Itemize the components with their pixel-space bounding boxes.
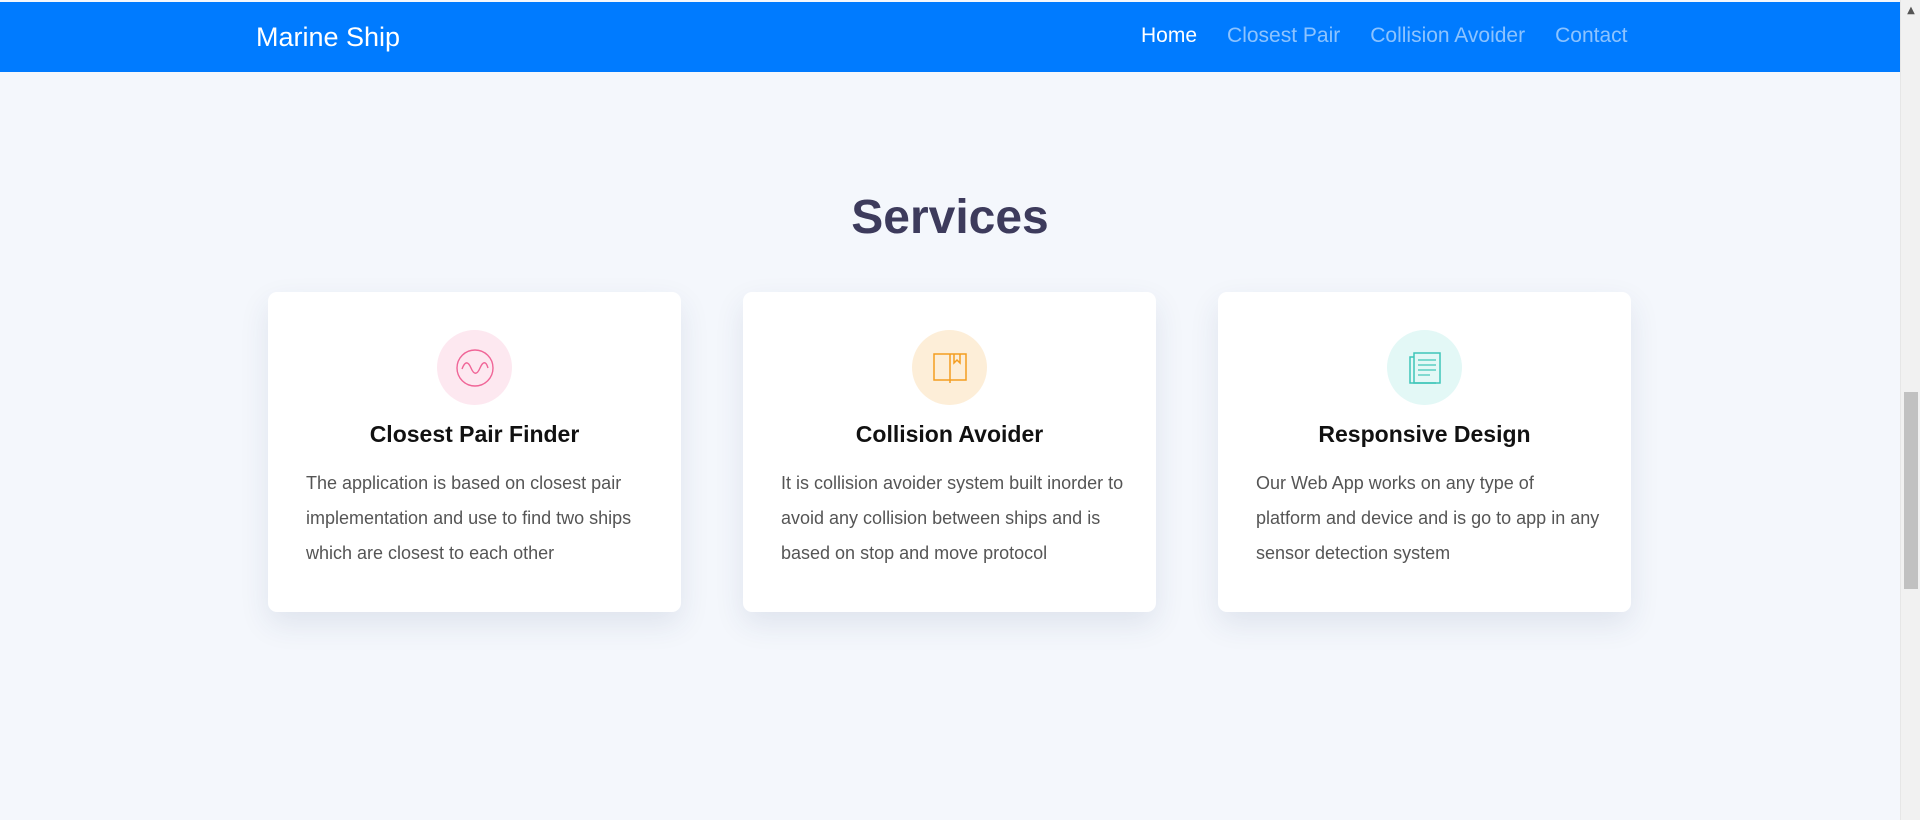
card-title: Closest Pair Finder — [369, 421, 580, 447]
service-card-responsive-design: Responsive Design Our Web App works on a… — [1218, 292, 1631, 612]
card-description: It is collision avoider system built ino… — [781, 473, 1124, 563]
vertical-scrollbar[interactable]: ▲ — [1900, 0, 1920, 820]
service-card-collision-avoider: Collision Avoider It is collision avoide… — [743, 292, 1156, 612]
top-navbar: Marine Ship Home Closest Pair Collision … — [0, 2, 1900, 72]
wave-icon-circle — [437, 330, 512, 405]
scroll-up-arrow-icon[interactable]: ▲ — [1901, 0, 1920, 20]
nav-link-collision-avoider[interactable]: Collision Avoider — [1370, 24, 1525, 48]
card-title: Responsive Design — [1318, 421, 1531, 447]
card-title: Collision Avoider — [855, 421, 1044, 447]
wave-icon — [455, 348, 494, 387]
nav-link-contact[interactable]: Contact — [1555, 24, 1627, 48]
book-icon-circle — [912, 330, 987, 405]
scrollbar-thumb[interactable] — [1904, 392, 1918, 589]
brand-logo-link[interactable]: Marine Ship — [256, 22, 400, 53]
page: Marine Ship Home Closest Pair Collision … — [0, 0, 1920, 820]
book-icon — [932, 352, 967, 383]
card-description: Our Web App works on any type of platfor… — [1256, 473, 1600, 563]
nav-link-closest-pair[interactable]: Closest Pair — [1227, 24, 1340, 48]
card-description: The application is based on closest pair… — [306, 473, 632, 563]
nav-links: Home Closest Pair Collision Avoider Cont… — [1141, 24, 1627, 48]
document-icon-circle — [1387, 330, 1462, 405]
services-heading: Services — [851, 191, 1049, 244]
service-card-closest-pair: Closest Pair Finder The application is b… — [268, 292, 681, 612]
nav-link-home[interactable]: Home — [1141, 24, 1197, 48]
document-icon — [1408, 351, 1441, 384]
